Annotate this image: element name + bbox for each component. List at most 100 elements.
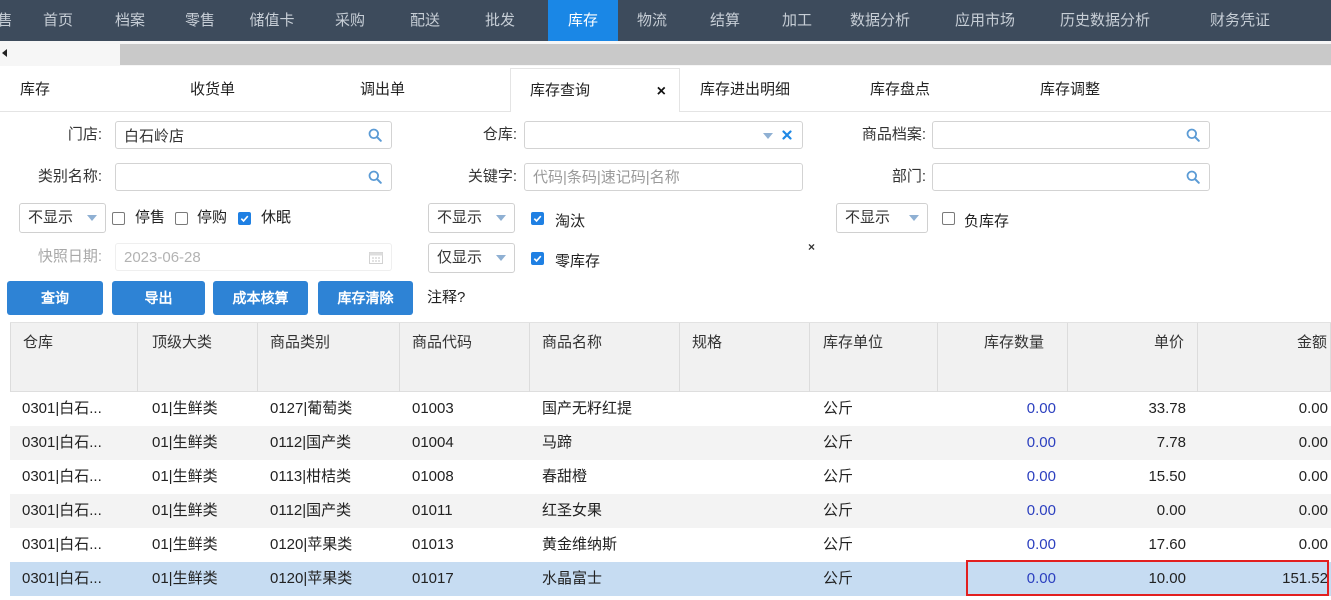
nav-item-settlement[interactable]: 结算 [690, 0, 760, 41]
tab-inventory-movement-detail[interactable]: 库存进出明细 [680, 68, 850, 112]
snapshot-date-field [115, 243, 392, 271]
note-link[interactable]: 注释? [427, 281, 465, 315]
category-label: 类别名称: [37, 168, 102, 185]
cell-top-category: 01|生鲜类 [152, 400, 218, 417]
col-header-top-category[interactable]: 顶级大类 [138, 323, 258, 392]
warehouse-select[interactable] [524, 121, 803, 149]
table-row[interactable]: 0301|白石... 01|生鲜类 0112|国产类 01004 马蹄 公斤 0.00 7.7… [10, 426, 1331, 460]
col-header-category[interactable]: 商品类别 [258, 323, 400, 392]
col-header-unit-price[interactable]: 单价 [1068, 323, 1198, 392]
eliminated-display-select[interactable]: 不显示 [428, 203, 515, 233]
cell-category: 0113|柑桔类 [270, 468, 352, 485]
nav-item-retail[interactable]: 零售 [165, 0, 235, 41]
zero-stock-display-select[interactable]: 仅显示 [428, 243, 515, 273]
export-button[interactable]: 导出 [112, 281, 205, 315]
cell-spec [680, 562, 810, 596]
clear-stock-button[interactable]: 库存清除 [318, 281, 413, 315]
search-icon[interactable] [368, 170, 382, 184]
col-header-code[interactable]: 商品代码 [400, 323, 530, 392]
dormant-label: 休眠 [261, 209, 292, 226]
col-header-name[interactable]: 商品名称 [530, 323, 680, 392]
cell-code: 01008 [412, 468, 454, 485]
tab-close-icon[interactable]: × [657, 70, 666, 114]
table-row[interactable]: 0301|白石... 01|生鲜类 0113|柑桔类 01008 春甜橙 公斤 0.00 15… [10, 460, 1331, 494]
cell-top-category: 01|生鲜类 [152, 536, 218, 553]
chevron-down-icon[interactable] [763, 133, 773, 139]
close-icon[interactable] [782, 130, 792, 140]
tab-receiving-order[interactable]: 收货单 [170, 68, 340, 112]
col-header-unit[interactable]: 库存单位 [810, 323, 938, 392]
nav-item-archive[interactable]: 档案 [95, 0, 165, 41]
cell-unit: 公斤 [823, 536, 854, 553]
scrollbar-thumb[interactable] [120, 44, 1331, 65]
cell-category: 0120|苹果类 [270, 570, 353, 587]
nav-item-processing[interactable]: 加工 [762, 0, 832, 41]
search-icon[interactable] [1186, 128, 1200, 142]
department-input[interactable] [933, 164, 1209, 190]
keyword-field [524, 163, 803, 191]
nav-item-purchase[interactable]: 采购 [315, 0, 385, 41]
nav-item-logistics[interactable]: 物流 [617, 0, 687, 41]
nav-item-stored-value-card[interactable]: 储值卡 [237, 0, 307, 41]
tab-inventory-query[interactable]: 库存查询 × [510, 68, 680, 112]
keyword-input[interactable] [525, 164, 802, 190]
chevron-down-icon [496, 255, 506, 261]
search-icon[interactable] [368, 128, 382, 142]
nav-item-home[interactable]: 首页 [23, 0, 93, 41]
cost-accounting-button[interactable]: 成本核算 [213, 281, 308, 315]
table-header: 仓库 顶级大类 商品类别 商品代码 商品名称 规格 库存单位 库存数量 单价 金… [10, 322, 1331, 392]
tab-stocktake[interactable]: 库存盘点 [850, 68, 1020, 112]
cell-spec [680, 460, 810, 494]
keyword-label: 关键字: [467, 168, 517, 185]
calendar-icon [369, 252, 383, 264]
product-archive-field [932, 121, 1210, 149]
negative-display-select[interactable]: 不显示 [836, 203, 928, 233]
table-row[interactable]: 0301|白石... 01|生鲜类 0120|苹果类 01013 黄金维纳斯 公斤 0.00… [10, 528, 1331, 562]
col-header-quantity[interactable]: 库存数量 [938, 323, 1068, 392]
cell-category: 0127|葡萄类 [270, 400, 353, 417]
dormant-checkbox[interactable] [238, 212, 251, 225]
cell-category: 0112|国产类 [270, 434, 352, 451]
cell-name: 红圣女果 [542, 502, 603, 519]
nav-item-history-data-analysis[interactable]: 历史数据分析 [1045, 0, 1165, 41]
stop-sale-checkbox[interactable] [112, 212, 125, 225]
stop-purchase-checkbox[interactable] [175, 212, 188, 225]
tab-inventory[interactable]: 库存 [0, 68, 170, 112]
tab-inventory-adjustment[interactable]: 库存调整 [1020, 68, 1190, 112]
cell-unit: 公斤 [823, 570, 854, 587]
nav-item-distribution[interactable]: 配送 [390, 0, 460, 41]
nav-item-data-analysis[interactable]: 数据分析 [835, 0, 925, 41]
stop-purchase-label: 停购 [197, 209, 228, 226]
store-label: 门店: [67, 126, 102, 143]
query-button[interactable]: 查询 [7, 281, 103, 315]
nav-item-app-market[interactable]: 应用市场 [940, 0, 1030, 41]
zero-stock-checkbox[interactable] [531, 252, 544, 265]
col-header-spec[interactable]: 规格 [680, 323, 810, 392]
chevron-down-icon [87, 215, 97, 221]
table-row[interactable]: 0301|白石... 01|生鲜类 0112|国产类 01011 红圣女果 公斤 0.00 0… [10, 494, 1331, 528]
nav-item-financial-voucher[interactable]: 财务凭证 [1195, 0, 1285, 41]
category-input[interactable] [116, 164, 391, 190]
snapshot-date-input [116, 244, 391, 270]
col-header-amount[interactable]: 金额 [1198, 323, 1331, 392]
caret-left-icon[interactable] [2, 49, 7, 57]
tab-transfer-out-order[interactable]: 调出单 [340, 68, 510, 112]
store-field [115, 121, 392, 149]
cell-name: 黄金维纳斯 [542, 536, 618, 553]
cell-warehouse: 0301|白石... [22, 502, 102, 519]
store-input[interactable] [116, 122, 391, 148]
col-header-warehouse[interactable]: 仓库 [10, 323, 138, 392]
cell-quantity: 0.00 [1026, 468, 1056, 485]
eliminated-checkbox[interactable] [531, 212, 544, 225]
cell-quantity: 0.00 [1026, 536, 1056, 553]
product-archive-input[interactable] [933, 122, 1209, 148]
cell-unit-price: 0.00 [1156, 502, 1186, 519]
close-icon[interactable]: × [808, 240, 815, 254]
status-display-select[interactable]: 不显示 [19, 203, 106, 233]
negative-stock-checkbox[interactable] [942, 212, 955, 225]
search-icon[interactable] [1186, 170, 1200, 184]
nav-item-wholesale[interactable]: 批发 [465, 0, 535, 41]
nav-item-inventory[interactable]: 库存 [548, 0, 618, 41]
tab-label: 库存盘点 [870, 81, 931, 98]
table-row[interactable]: 0301|白石... 01|生鲜类 0127|葡萄类 01003 国产无籽红提 公斤 0.0… [10, 392, 1331, 426]
